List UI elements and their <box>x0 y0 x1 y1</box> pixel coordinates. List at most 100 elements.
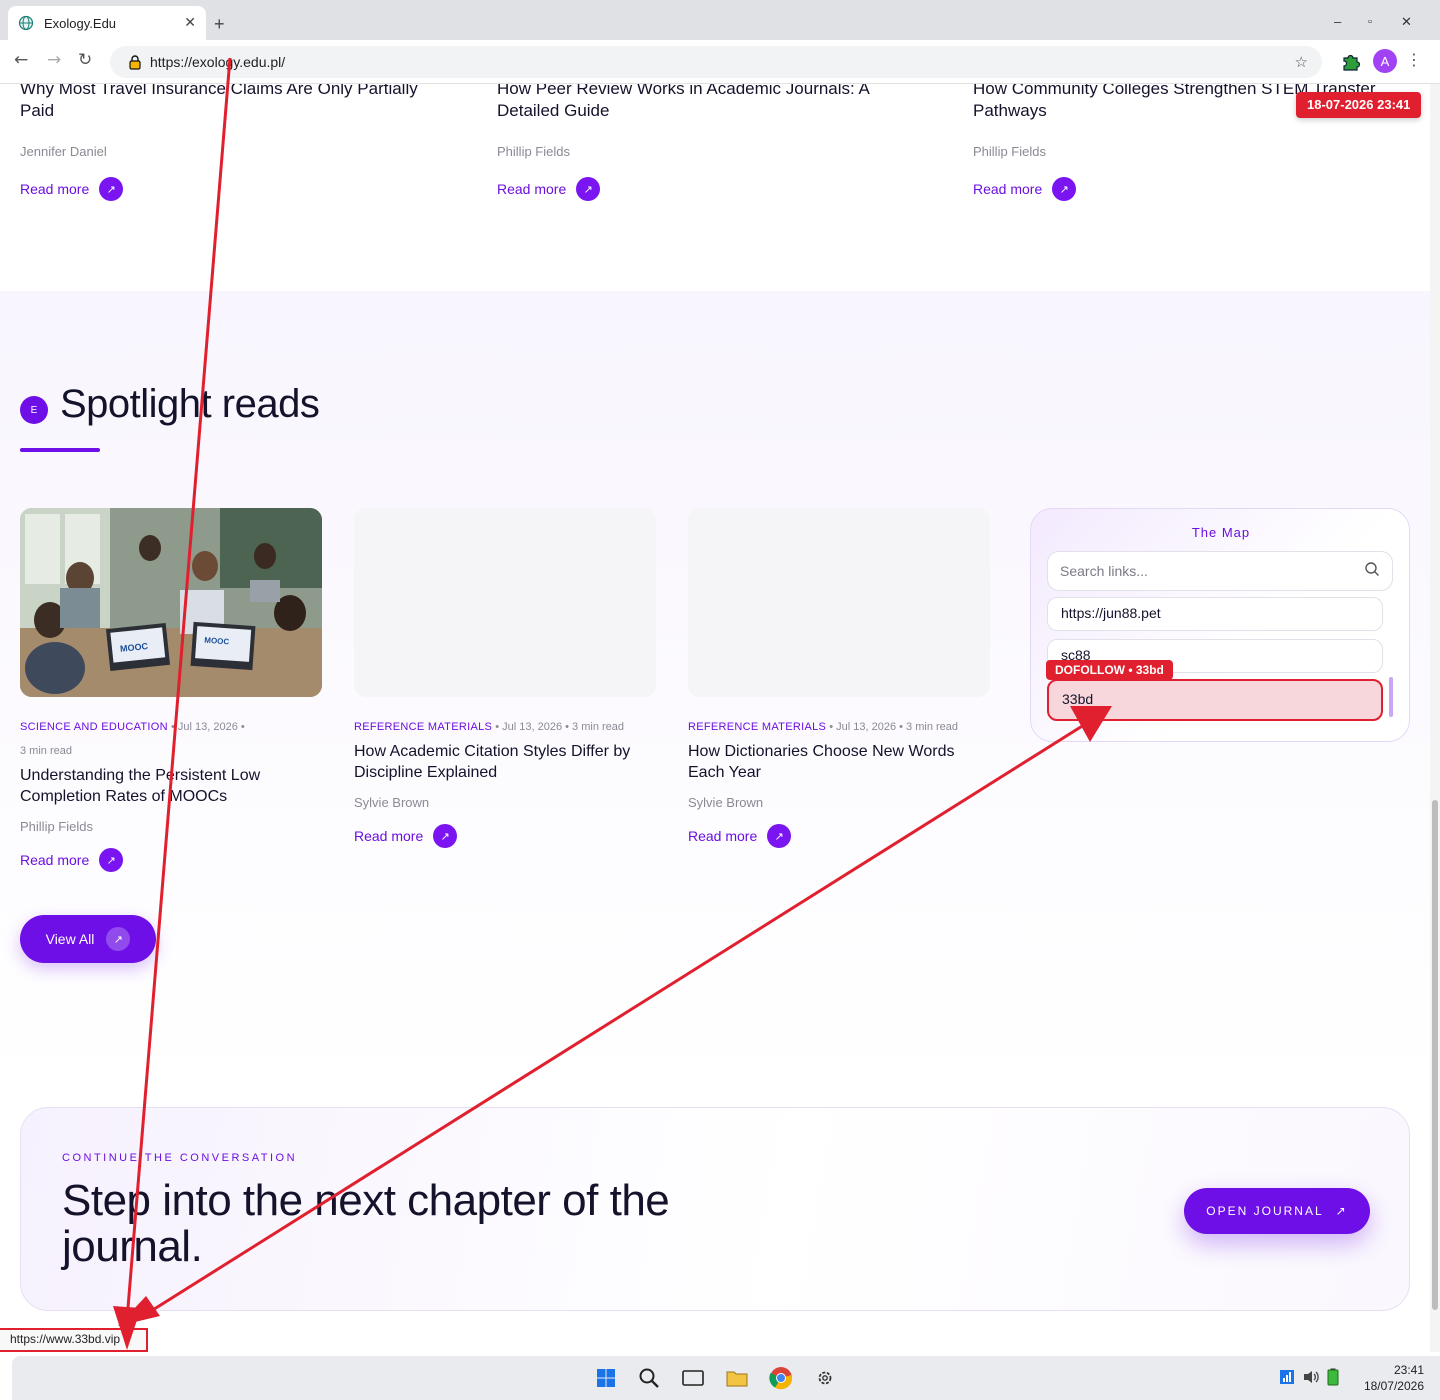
dofollow-annotation-tag: DOFOLLOW • 33bd <box>1046 660 1173 680</box>
tab-bar: Exology.Edu ✕ + – ▫ ✕ <box>0 0 1440 40</box>
settings-gear-icon[interactable] <box>813 1366 837 1390</box>
close-window-button[interactable]: ✕ <box>1401 14 1412 30</box>
browser-toolbar: ← → ↻ https://exology.edu.pl/ ☆ A ⋮ <box>0 40 1440 84</box>
read-more-link[interactable]: Read more ↗ <box>20 177 450 201</box>
search-icon[interactable] <box>637 1366 661 1390</box>
globe-icon <box>18 15 34 31</box>
page-viewport: Why Most Travel Insurance Claims Are Onl… <box>0 84 1430 1352</box>
section-badge: E <box>20 396 48 424</box>
windows-start-icon[interactable] <box>594 1366 618 1390</box>
address-bar[interactable]: https://exology.edu.pl/ ☆ <box>110 46 1322 78</box>
view-all-label: View All <box>45 931 95 947</box>
url-text: https://exology.edu.pl/ <box>150 54 286 70</box>
article-author: Phillip Fields <box>973 144 1046 159</box>
card-read-time: 3 min read <box>906 721 959 733</box>
spotlight-card: MOOC MOOC SCIENCE AND EDUCATION • Jul 13… <box>20 508 322 872</box>
article-title[interactable]: Why Most Travel Insurance Claims Are Onl… <box>20 84 450 122</box>
arrow-up-right-icon: ↗ <box>1052 177 1077 201</box>
link-map-widget: The Map https://jun88.pet sc88 33bd <box>1030 508 1410 742</box>
card-category[interactable]: REFERENCE MATERIALS <box>688 721 826 733</box>
minimize-button[interactable]: – <box>1334 14 1341 29</box>
map-link-item-highlighted[interactable]: 33bd <box>1047 679 1383 721</box>
folder-icon[interactable] <box>725 1366 749 1390</box>
cta-kicker: CONTINUE THE CONVERSATION <box>62 1152 298 1164</box>
map-scrollbar[interactable] <box>1389 677 1393 717</box>
card-title[interactable]: How Dictionaries Choose New Words Each Y… <box>688 741 990 783</box>
card-title[interactable]: Understanding the Persistent Low Complet… <box>20 765 322 807</box>
volume-icon[interactable] <box>1302 1368 1320 1386</box>
card-author: Sylvie Brown <box>688 795 764 810</box>
view-all-button[interactable]: View All ↗ <box>20 915 156 963</box>
thumbnail-text: MOOC <box>204 636 230 647</box>
scrollbar-thumb[interactable] <box>1432 800 1438 1310</box>
browser-tab[interactable]: Exology.Edu ✕ <box>8 6 206 40</box>
arrow-up-right-icon: ↗ <box>576 177 601 201</box>
spotlight-card: REFERENCE MATERIALS • Jul 13, 2026 • 3 m… <box>688 508 990 848</box>
card-author: Phillip Fields <box>20 819 93 834</box>
timestamp-annotation: 18-07-2026 23:41 <box>1296 92 1422 118</box>
map-search-input[interactable] <box>1060 563 1364 579</box>
forward-icon[interactable]: → <box>47 50 61 70</box>
close-tab-icon[interactable]: ✕ <box>184 15 196 31</box>
top-article-card: How Peer Review Works in Academic Journa… <box>497 84 927 201</box>
bookmark-star-icon[interactable]: ☆ <box>1295 53 1308 71</box>
search-icon[interactable] <box>1364 561 1380 581</box>
card-thumbnail[interactable]: MOOC MOOC <box>20 508 322 697</box>
clock-time: 23:41 <box>1393 1363 1424 1377</box>
card-date: Jul 13, 2026 <box>177 721 238 733</box>
article-title[interactable]: How Peer Review Works in Academic Journa… <box>497 84 927 122</box>
maximize-button[interactable]: ▫ <box>1368 16 1372 28</box>
card-title[interactable]: How Academic Citation Styles Differ by D… <box>354 741 656 783</box>
read-more-link[interactable]: Read more ↗ <box>354 824 656 848</box>
read-more-label: Read more <box>973 181 1043 197</box>
new-tab-button[interactable]: + <box>214 14 225 35</box>
page-scrollbar[interactable] <box>1430 84 1440 1352</box>
card-thumbnail-placeholder[interactable] <box>354 508 656 697</box>
card-date: Jul 13, 2026 <box>836 721 897 733</box>
card-category[interactable]: REFERENCE MATERIALS <box>354 721 492 733</box>
read-more-label: Read more <box>688 828 758 844</box>
arrow-up-right-icon: ↗ <box>106 927 131 951</box>
read-more-link[interactable]: Read more ↗ <box>497 177 927 201</box>
arrow-up-right-icon: ↗ <box>99 848 124 872</box>
map-link-item[interactable]: https://jun88.pet <box>1047 597 1383 631</box>
profile-avatar[interactable]: A <box>1373 49 1397 73</box>
card-read-time: 3 min read <box>20 745 72 757</box>
chrome-icon[interactable] <box>769 1366 793 1390</box>
battery-icon[interactable] <box>1324 1368 1342 1386</box>
browser-menu-icon[interactable]: ⋮ <box>1406 50 1422 69</box>
card-author: Sylvie Brown <box>354 795 430 810</box>
read-more-link[interactable]: Read more ↗ <box>688 824 990 848</box>
system-clock[interactable]: 23:41 18/07/2026 <box>1352 1362 1424 1394</box>
read-more-link[interactable]: Read more ↗ <box>973 177 1403 201</box>
reload-icon[interactable]: ↻ <box>78 50 92 70</box>
article-author: Phillip Fields <box>497 144 570 159</box>
extension-puzzle-icon[interactable] <box>1340 50 1362 72</box>
card-thumbnail-placeholder[interactable] <box>688 508 990 697</box>
open-journal-button[interactable]: OPEN JOURNAL ↗ <box>1184 1188 1370 1234</box>
card-category[interactable]: SCIENCE AND EDUCATION <box>20 721 168 733</box>
cta-banner: CONTINUE THE CONVERSATION Step into the … <box>20 1107 1410 1311</box>
heading-underline <box>20 448 100 452</box>
section-heading: Spotlight reads <box>60 382 320 426</box>
read-more-label: Read more <box>20 852 90 868</box>
link-status-bar: https://www.33bd.vip <box>0 1328 148 1352</box>
arrow-up-right-icon: ↗ <box>1335 1204 1348 1218</box>
back-icon[interactable]: ← <box>14 50 28 70</box>
map-search-box[interactable] <box>1047 551 1393 591</box>
os-taskbar: 23:41 18/07/2026 <box>12 1356 1440 1400</box>
clock-date: 18/07/2026 <box>1363 1379 1424 1393</box>
task-view-icon[interactable] <box>681 1366 705 1390</box>
read-more-label: Read more <box>20 181 90 197</box>
read-more-label: Read more <box>497 181 567 197</box>
lock-icon <box>128 54 142 70</box>
card-date: Jul 13, 2026 <box>502 721 563 733</box>
arrow-up-right-icon: ↗ <box>99 177 124 201</box>
read-more-link[interactable]: Read more ↗ <box>20 848 322 872</box>
open-journal-label: OPEN JOURNAL <box>1206 1204 1324 1218</box>
network-icon[interactable] <box>1278 1368 1296 1386</box>
cta-heading: Step into the next chapter of the journa… <box>62 1176 670 1271</box>
card-meta: REFERENCE MATERIALS • Jul 13, 2026 • 3 m… <box>354 721 625 733</box>
tab-title: Exology.Edu <box>44 15 117 31</box>
arrow-up-right-icon: ↗ <box>767 824 792 848</box>
